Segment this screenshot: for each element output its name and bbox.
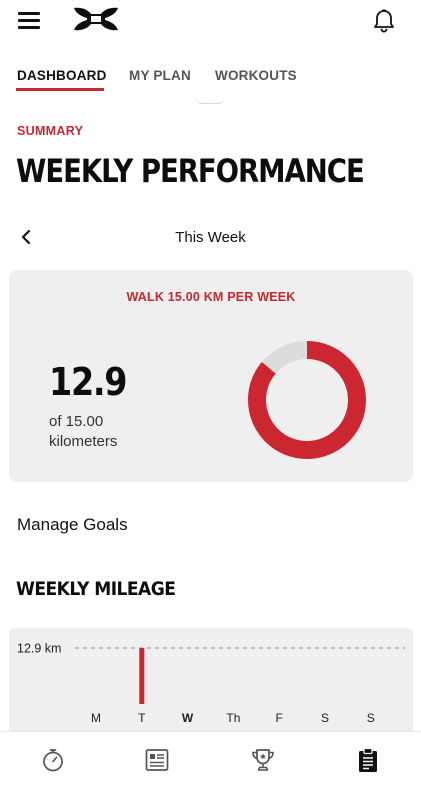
week-selector: This Week [0, 222, 421, 254]
day-label-2: W [182, 711, 194, 725]
day-label-1: T [138, 711, 146, 725]
weekly-mileage-chart: 12.9 km M T W Th F S S [17, 642, 405, 725]
under-armour-logo[interactable] [72, 4, 120, 34]
bell-icon[interactable] [372, 8, 396, 34]
goal-value: 12.9 [49, 360, 128, 404]
pull-to-refresh-indicator [196, 98, 224, 104]
reference-line-label: 12.9 km [17, 642, 61, 656]
goal-unit: kilometers [49, 433, 118, 450]
weekly-mileage-title: WEEKLY MILEAGE [16, 578, 176, 600]
page-title: WEEKLY PERFORMANCE [16, 152, 365, 190]
tab-workouts[interactable]: WORKOUTS [215, 68, 297, 83]
stopwatch-icon[interactable] [39, 746, 67, 774]
tab-my-plan[interactable]: MY PLAN [129, 68, 191, 83]
trophy-icon[interactable] [249, 746, 277, 774]
active-tab-indicator [16, 88, 104, 91]
bottom-nav [0, 731, 421, 788]
goal-target: of 15.00 [49, 413, 104, 430]
hamburger-menu-icon[interactable] [18, 11, 40, 29]
day-label-4: F [276, 711, 283, 725]
goal-title: WALK 15.00 KM PER WEEK [126, 290, 296, 304]
goal-card[interactable]: WALK 15.00 KM PER WEEK 12.9 of 15.00 kil… [9, 270, 413, 482]
day-label-3: Th [226, 711, 240, 725]
day-label-5: S [321, 711, 329, 725]
weekly-mileage-chart-card: 12.9 km M T W Th F S S [9, 628, 413, 732]
week-label: This Week [175, 229, 246, 246]
day-label-6: S [367, 711, 375, 725]
activity-feed-icon[interactable] [143, 746, 171, 774]
bar-1 [139, 648, 145, 704]
tab-dashboard[interactable]: DASHBOARD [17, 68, 107, 83]
top-tabs: DASHBOARD MY PLAN WORKOUTS [0, 60, 421, 96]
clipboard-icon[interactable] [354, 746, 382, 774]
top-bar [0, 0, 421, 46]
goal-progress-ring [248, 341, 366, 459]
section-kicker: SUMMARY [17, 124, 84, 138]
manage-goals-link[interactable]: Manage Goals [17, 515, 128, 535]
day-label-0: M [91, 711, 101, 725]
